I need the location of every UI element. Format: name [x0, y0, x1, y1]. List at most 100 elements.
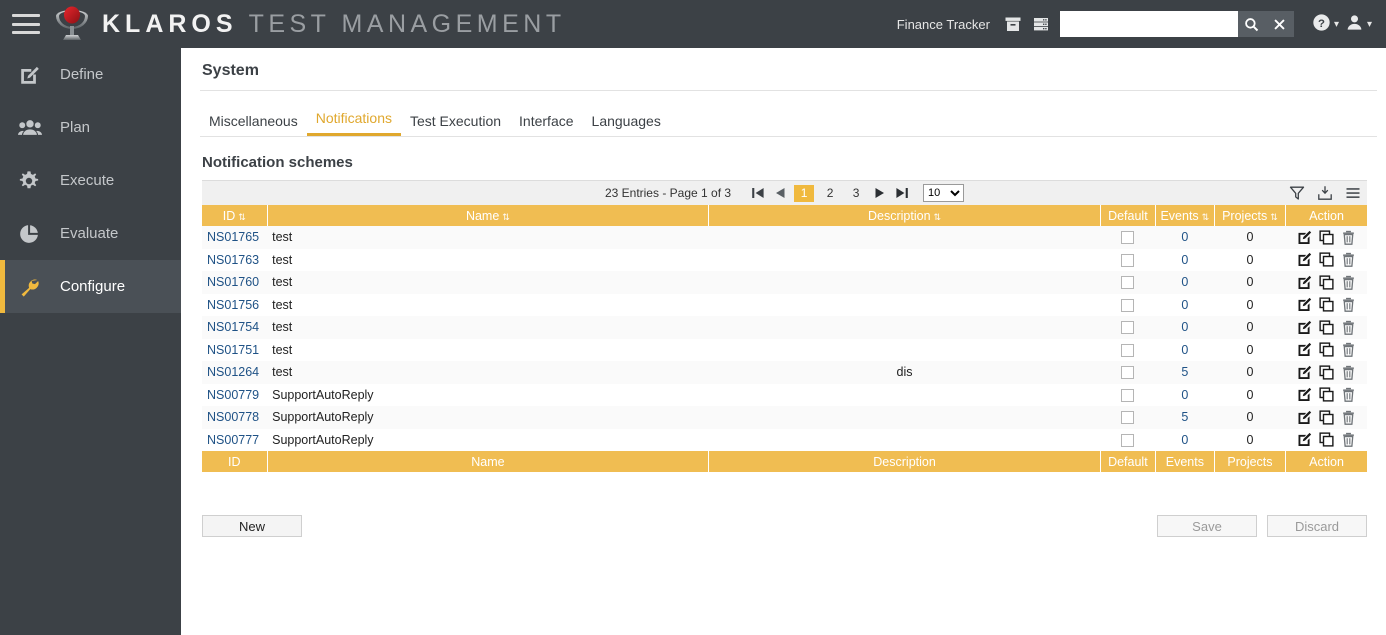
scheme-id-link[interactable]: NS01756	[207, 298, 259, 312]
save-button[interactable]: Save	[1157, 515, 1257, 537]
edit-icon[interactable]	[1297, 297, 1312, 312]
events-count-link[interactable]: 0	[1181, 230, 1188, 244]
edit-icon[interactable]	[1297, 252, 1312, 267]
menu-list-icon[interactable]	[1345, 185, 1361, 201]
default-checkbox[interactable]	[1121, 344, 1134, 357]
next-page-icon[interactable]	[869, 183, 891, 203]
archive-box-icon[interactable]	[1004, 15, 1022, 33]
events-count-link[interactable]: 0	[1181, 253, 1188, 267]
last-page-icon[interactable]	[891, 183, 913, 203]
delete-icon[interactable]	[1341, 387, 1356, 402]
copy-icon[interactable]	[1319, 432, 1334, 447]
previous-page-icon[interactable]	[769, 183, 791, 203]
scheme-id-link[interactable]: NS01765	[207, 230, 259, 244]
sidebar-item-plan[interactable]: Plan	[0, 101, 181, 154]
events-count-link[interactable]: 0	[1181, 343, 1188, 357]
scheme-id-link[interactable]: NS00778	[207, 410, 259, 424]
sidebar-item-evaluate[interactable]: Evaluate	[0, 207, 181, 260]
scheme-id-link[interactable]: NS01760	[207, 275, 259, 289]
page-number-1[interactable]: 1	[794, 185, 814, 202]
copy-icon[interactable]	[1319, 252, 1334, 267]
page-size-select[interactable]: 10 25 50 100	[923, 184, 964, 202]
scheme-id-link[interactable]: NS01264	[207, 365, 259, 379]
copy-icon[interactable]	[1319, 410, 1334, 425]
close-icon[interactable]	[1266, 11, 1294, 37]
search-input[interactable]	[1060, 11, 1238, 37]
events-count-link[interactable]: 5	[1181, 410, 1188, 424]
edit-icon[interactable]	[1297, 320, 1312, 335]
scheme-id-link[interactable]: NS01751	[207, 343, 259, 357]
events-count-link[interactable]: 0	[1181, 320, 1188, 334]
events-count-link[interactable]: 0	[1181, 433, 1188, 447]
tab-languages[interactable]: Languages	[583, 113, 670, 136]
delete-icon[interactable]	[1341, 320, 1356, 335]
help-menu-button[interactable]: ? ▾	[1312, 13, 1339, 35]
copy-icon[interactable]	[1319, 275, 1334, 290]
delete-icon[interactable]	[1341, 365, 1356, 380]
search-icon[interactable]	[1238, 11, 1266, 37]
delete-icon[interactable]	[1341, 342, 1356, 357]
edit-icon[interactable]	[1297, 365, 1312, 380]
scheme-id-link[interactable]: NS00779	[207, 388, 259, 402]
default-checkbox[interactable]	[1121, 411, 1134, 424]
tab-interface[interactable]: Interface	[510, 113, 582, 136]
cell-action	[1286, 294, 1367, 317]
database-icon[interactable]	[1032, 15, 1050, 33]
discard-button[interactable]: Discard	[1267, 515, 1367, 537]
edit-icon[interactable]	[1297, 387, 1312, 402]
events-count-link[interactable]: 0	[1181, 388, 1188, 402]
events-count-link[interactable]: 0	[1181, 275, 1188, 289]
default-checkbox[interactable]	[1121, 276, 1134, 289]
delete-icon[interactable]	[1341, 230, 1356, 245]
copy-icon[interactable]	[1319, 387, 1334, 402]
copy-icon[interactable]	[1319, 365, 1334, 380]
header-right-group: Finance Tracker	[897, 0, 1386, 48]
edit-icon[interactable]	[1297, 342, 1312, 357]
default-checkbox[interactable]	[1121, 389, 1134, 402]
page-number-2[interactable]: 2	[820, 185, 840, 202]
edit-icon[interactable]	[1297, 230, 1312, 245]
sidebar-item-configure[interactable]: Configure	[0, 260, 181, 313]
column-header-projects[interactable]: Projects⇅	[1214, 205, 1285, 226]
user-icon	[1345, 13, 1364, 35]
sidebar-item-define[interactable]: Define	[0, 48, 181, 101]
scheme-id-link[interactable]: NS01754	[207, 320, 259, 334]
column-header-name[interactable]: Name⇅	[267, 205, 709, 226]
default-checkbox[interactable]	[1121, 231, 1134, 244]
first-page-icon[interactable]	[747, 183, 769, 203]
events-count-link[interactable]: 0	[1181, 298, 1188, 312]
edit-icon[interactable]	[1297, 432, 1312, 447]
default-checkbox[interactable]	[1121, 254, 1134, 267]
delete-icon[interactable]	[1341, 297, 1356, 312]
new-button[interactable]: New	[202, 515, 302, 537]
default-checkbox[interactable]	[1121, 299, 1134, 312]
copy-icon[interactable]	[1319, 230, 1334, 245]
copy-icon[interactable]	[1319, 297, 1334, 312]
delete-icon[interactable]	[1341, 252, 1356, 267]
delete-icon[interactable]	[1341, 410, 1356, 425]
edit-icon[interactable]	[1297, 275, 1312, 290]
delete-icon[interactable]	[1341, 432, 1356, 447]
column-header-id[interactable]: ID⇅	[202, 205, 267, 226]
page-number-3[interactable]: 3	[846, 185, 866, 202]
copy-icon[interactable]	[1319, 342, 1334, 357]
hamburger-icon[interactable]	[12, 14, 40, 34]
default-checkbox[interactable]	[1121, 366, 1134, 379]
filter-icon[interactable]	[1289, 185, 1305, 201]
scheme-id-link[interactable]: NS01763	[207, 253, 259, 267]
column-header-description[interactable]: Description⇅	[709, 205, 1101, 226]
export-download-icon[interactable]	[1317, 185, 1333, 201]
tab-miscellaneous[interactable]: Miscellaneous	[200, 113, 307, 136]
tab-notifications[interactable]: Notifications	[307, 110, 401, 136]
copy-icon[interactable]	[1319, 320, 1334, 335]
tab-test-execution[interactable]: Test Execution	[401, 113, 510, 136]
sidebar-item-execute[interactable]: Execute	[0, 154, 181, 207]
events-count-link[interactable]: 5	[1181, 365, 1188, 379]
default-checkbox[interactable]	[1121, 434, 1134, 447]
edit-icon[interactable]	[1297, 410, 1312, 425]
user-menu-button[interactable]: ▾	[1345, 13, 1372, 35]
default-checkbox[interactable]	[1121, 321, 1134, 334]
delete-icon[interactable]	[1341, 275, 1356, 290]
scheme-id-link[interactable]: NS00777	[207, 433, 259, 447]
column-header-events[interactable]: Events⇅	[1155, 205, 1214, 226]
